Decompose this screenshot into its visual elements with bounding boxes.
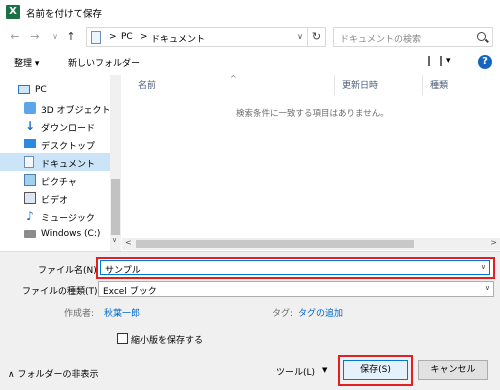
hide-folders-button[interactable]: ∧ フォルダーの非表示 — [8, 367, 98, 380]
breadcrumb-sep: > — [140, 32, 148, 42]
sidebar-item-documents[interactable]: ドキュメント — [0, 153, 110, 171]
sidebar-item-label: ミュージック — [41, 214, 95, 224]
sort-ascending-icon: ^ — [230, 74, 237, 83]
chevron-up-icon: ∧ — [8, 370, 15, 380]
file-list: 名前 ^ 更新日時 種類 検索条件に一致する項目はありません。 — [122, 74, 500, 251]
pc-icon — [18, 85, 30, 94]
sidebar-item-label: ダウンロード — [41, 124, 96, 134]
filename-highlight: サンプル ∨ — [96, 257, 495, 279]
hide-folders-label: フォルダーの非表示 — [17, 370, 99, 380]
file-list-horizontal-scrollbar[interactable]: < > — [122, 238, 500, 250]
new-folder-button[interactable]: 新しいフォルダー — [68, 56, 140, 69]
view-options-icon[interactable] — [428, 56, 442, 66]
sidebar-item-music[interactable]: ♪ ミュージック — [0, 207, 110, 225]
forward-arrow-icon[interactable]: → — [28, 29, 42, 45]
organize-button[interactable]: 整理 ▾ — [14, 56, 39, 69]
view-dropdown-icon[interactable]: ▾ — [446, 56, 451, 66]
navigation-pane: PC 3D オブジェクト ↓ ダウンロード デスクトップ ドキュメント ピクチャ… — [0, 75, 122, 251]
pictures-icon — [24, 174, 36, 186]
save-thumbnail-label[interactable]: 縮小版を保存する — [131, 333, 203, 346]
up-arrow-icon[interactable]: ↑ — [64, 29, 78, 45]
video-icon — [24, 192, 36, 204]
command-toolbar: 整理 ▾ 新しいフォルダー ▾ ? — [0, 50, 500, 74]
triangle-down-icon[interactable]: ▼ — [322, 366, 327, 374]
scroll-left-arrow-icon[interactable]: < — [125, 238, 132, 247]
window-title: 名前を付けて保存 — [26, 9, 103, 20]
desktop-icon — [24, 139, 36, 148]
column-divider[interactable] — [422, 75, 423, 95]
3d-objects-icon — [24, 102, 36, 114]
recent-locations-icon[interactable]: ∨ — [48, 29, 62, 45]
navigation-scrollbar[interactable]: ∨ — [110, 75, 121, 251]
filetype-select[interactable]: Excel ブック ∨ — [98, 281, 494, 297]
document-icon — [24, 156, 34, 168]
chevron-down-icon[interactable]: ∨ — [481, 263, 486, 271]
filetype-label: ファイルの種類(T): — [22, 287, 101, 297]
search-icon — [477, 32, 486, 41]
drive-icon — [24, 230, 36, 238]
save-thumbnail-checkbox[interactable] — [117, 333, 128, 344]
scroll-down-arrow-icon[interactable]: ∨ — [112, 236, 117, 244]
title-bar: X 名前を付けて保存 — [0, 0, 500, 24]
help-icon[interactable]: ? — [478, 55, 492, 69]
address-bar[interactable]: > PC > ドキュメント ∨ — [86, 27, 308, 47]
column-header-modified[interactable]: 更新日時 — [342, 78, 378, 91]
tools-button[interactable]: ツール(L) — [276, 365, 315, 378]
filename-value: サンプル — [105, 266, 141, 276]
breadcrumb-documents[interactable]: ドキュメント — [151, 32, 205, 45]
scrollbar-thumb[interactable] — [111, 179, 120, 235]
sidebar-item-label: Windows (C:) — [41, 229, 101, 239]
sidebar-item-drive-c[interactable]: Windows (C:) — [0, 225, 110, 243]
document-folder-icon — [91, 31, 101, 44]
sidebar-item-pc[interactable]: PC — [0, 81, 110, 99]
sidebar-item-3d-objects[interactable]: 3D オブジェクト — [0, 99, 111, 117]
filename-input[interactable]: サンプル ∨ — [100, 260, 490, 276]
column-header-name[interactable]: 名前 — [138, 78, 156, 91]
author-label: 作成者: — [64, 309, 95, 319]
breadcrumb-sep: > — [109, 32, 117, 42]
breadcrumb-pc[interactable]: PC — [121, 32, 133, 42]
save-button[interactable]: 保存(S) — [343, 360, 408, 380]
sidebar-item-label: ドキュメント — [41, 160, 96, 170]
author-value[interactable]: 秋葉一郎 — [104, 306, 140, 319]
empty-results-message: 検索条件に一致する項目はありません。 — [236, 109, 389, 119]
sidebar-item-label: ピクチャ — [41, 178, 77, 188]
chevron-down-icon[interactable]: ∨ — [297, 32, 303, 41]
search-input[interactable]: ドキュメントの検索 — [333, 27, 493, 47]
sidebar-item-pictures[interactable]: ピクチャ — [0, 171, 110, 189]
save-form: ファイル名(N): サンプル ∨ ファイルの種類(T): Excel ブック ∨… — [0, 251, 500, 390]
navigation-bar: ← → ∨ ↑ > PC > ドキュメント ∨ ↻ ドキュメントの検索 — [0, 24, 500, 50]
sidebar-item-label: デスクトップ — [41, 142, 96, 152]
sidebar-item-label: ビデオ — [41, 196, 69, 206]
cancel-button[interactable]: キャンセル — [418, 360, 488, 380]
tags-label: タグ: — [272, 309, 294, 319]
sidebar-item-desktop[interactable]: デスクトップ — [0, 135, 110, 153]
chevron-down-icon[interactable]: ∨ — [485, 284, 490, 292]
column-divider[interactable] — [334, 75, 335, 95]
filetype-value: Excel ブック — [103, 287, 157, 297]
refresh-button[interactable]: ↻ — [308, 27, 326, 47]
excel-app-icon: X — [6, 5, 20, 19]
download-icon: ↓ — [24, 119, 36, 133]
sidebar-item-videos[interactable]: ビデオ — [0, 189, 110, 207]
tags-value[interactable]: タグの追加 — [298, 306, 343, 319]
back-arrow-icon[interactable]: ← — [8, 29, 22, 45]
music-icon: ♪ — [26, 209, 34, 223]
sidebar-item-downloads[interactable]: ↓ ダウンロード — [0, 117, 110, 135]
filename-label: ファイル名(N): — [38, 266, 100, 276]
search-placeholder: ドキュメントの検索 — [340, 35, 422, 45]
scrollbar-thumb[interactable] — [136, 240, 414, 248]
column-header-type[interactable]: 種類 — [430, 78, 448, 91]
sidebar-item-label: PC — [35, 85, 47, 95]
sidebar-item-label: 3D オブジェクト — [41, 106, 111, 116]
scroll-right-arrow-icon[interactable]: > — [490, 238, 497, 247]
